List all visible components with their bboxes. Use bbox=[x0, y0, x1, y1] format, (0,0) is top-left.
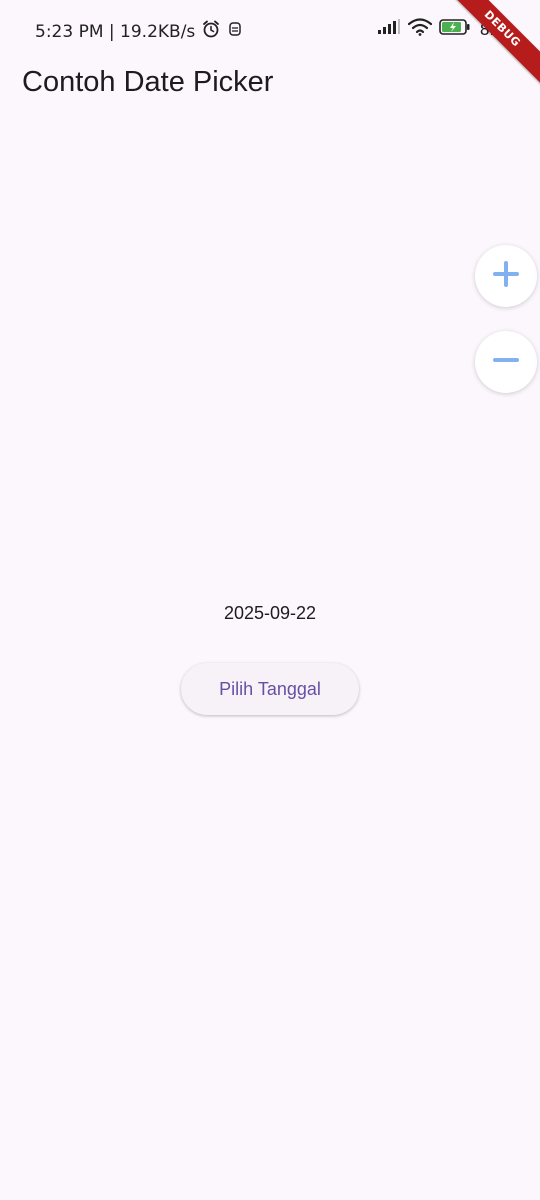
pick-date-button[interactable]: Pilih Tanggal bbox=[181, 663, 359, 715]
app-screen: 5:23 PM | 19.2KB/s 82 DEBUG Contoh Date … bbox=[0, 0, 540, 1200]
zoom-in-button[interactable] bbox=[475, 245, 537, 307]
signal-icon bbox=[377, 19, 401, 40]
alarm-icon bbox=[201, 19, 221, 44]
status-right: 82 bbox=[377, 18, 500, 41]
notification-icon bbox=[227, 20, 243, 43]
battery-icon bbox=[438, 18, 471, 41]
selected-date-text: 2025-09-22 bbox=[223, 603, 317, 623]
status-time-speed: 5:23 PM | 19.2KB/s bbox=[35, 21, 196, 42]
plus-icon bbox=[491, 259, 521, 294]
minus-icon bbox=[491, 345, 521, 380]
app-bar: Contoh Date Picker bbox=[0, 60, 540, 112]
status-bar: 5:23 PM | 19.2KB/s 82 bbox=[0, 0, 540, 60]
wifi-icon bbox=[407, 18, 432, 41]
status-left: 5:23 PM | 19.2KB/s bbox=[35, 19, 243, 44]
page-title: Contoh Date Picker bbox=[22, 66, 274, 98]
zoom-out-button[interactable] bbox=[475, 331, 537, 393]
battery-level: 82 bbox=[479, 20, 500, 39]
